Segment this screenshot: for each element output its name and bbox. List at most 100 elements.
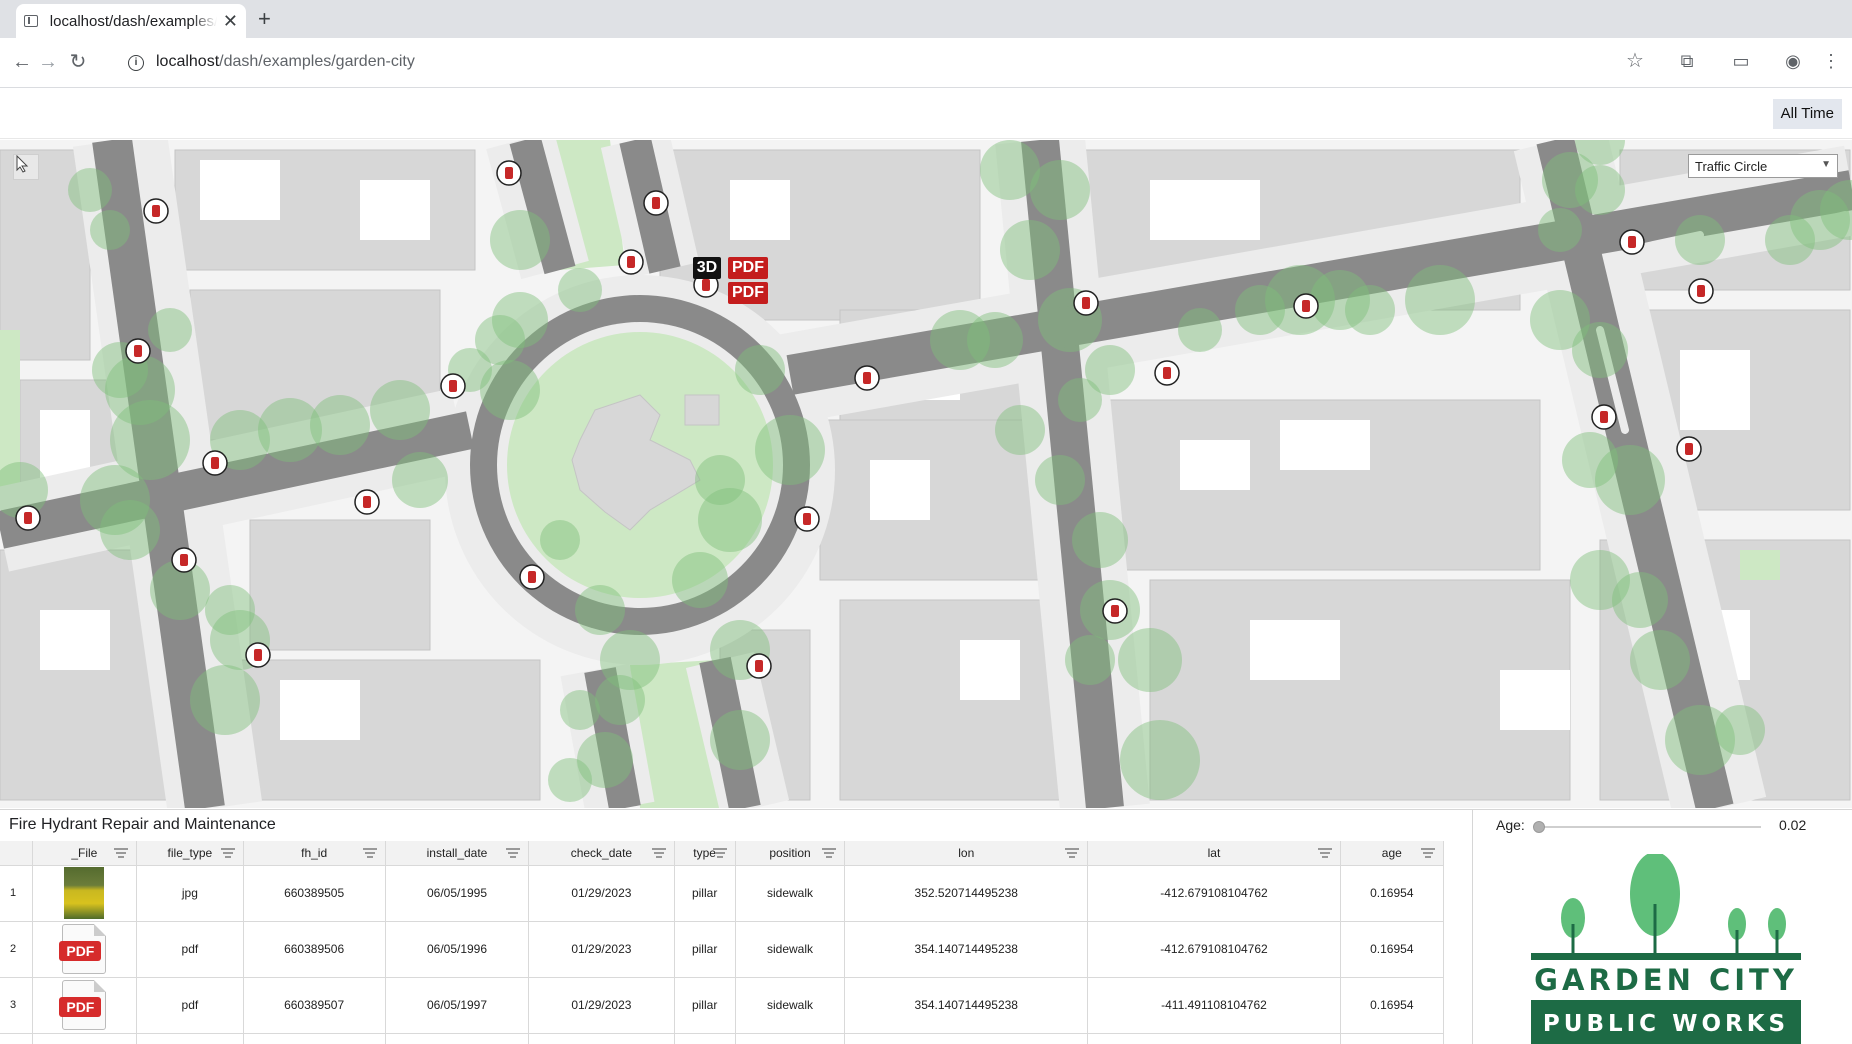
column-header[interactable]: fh_id — [243, 841, 386, 866]
cell — [674, 1033, 736, 1044]
table-title: Fire Hydrant Repair and Maintenance — [9, 816, 276, 833]
badge-pdf[interactable]: PDF — [728, 257, 768, 279]
browser-tab[interactable]: localhost/dash/examples/garden-city ✕ — [16, 4, 246, 38]
column-header[interactable]: age — [1340, 841, 1445, 866]
cell: 352.520714495238 — [844, 865, 1089, 922]
row-index: 3 — [0, 977, 33, 1034]
bookmark-star-icon[interactable]: ☆ — [1626, 48, 1644, 73]
column-header[interactable]: lon — [844, 841, 1089, 866]
cell — [844, 1033, 1089, 1044]
filter-icon[interactable] — [362, 848, 377, 858]
table-row[interactable]: 1 jpg 660389505 06/05/1995 01/29/2023 pi… — [0, 865, 1445, 922]
age-slider-handle[interactable] — [1533, 821, 1545, 833]
time-range-button[interactable]: All Time — [1772, 99, 1842, 129]
row-index: 1 — [0, 865, 33, 922]
back-icon[interactable]: ← — [10, 50, 34, 74]
cell: -411.491108104762 — [1087, 977, 1341, 1034]
cell — [136, 1033, 244, 1044]
cell: sidewalk — [735, 865, 846, 922]
column-header[interactable]: file_type — [136, 841, 244, 866]
cell: sidewalk — [735, 921, 846, 978]
new-tab-icon[interactable]: + — [258, 6, 271, 32]
age-label: Age: — [1496, 817, 1525, 833]
cell: jpg — [136, 865, 244, 922]
cell: -412.679108104762 — [1087, 865, 1341, 922]
tab-strip: localhost/dash/examples/garden-city ✕ + — [0, 0, 1852, 38]
cell: 01/29/2023 — [528, 977, 675, 1034]
address-bar[interactable]: i localhost/dash/examples/garden-city — [118, 44, 1698, 82]
cell: pdf — [136, 921, 244, 978]
cell: 660389506 — [243, 921, 386, 978]
tab-search-icon[interactable]: ▭ — [1730, 50, 1752, 72]
file-cell[interactable]: PDF — [32, 977, 138, 1034]
row-index — [0, 1033, 33, 1044]
close-tab-icon[interactable]: ✕ — [223, 12, 238, 30]
filter-icon[interactable] — [822, 848, 837, 858]
column-header[interactable]: check_date — [528, 841, 675, 866]
profile-icon[interactable]: ◉ — [1782, 50, 1804, 72]
tab-title: localhost/dash/examples/garden-city — [49, 12, 217, 30]
logo-line-2: PUBLIC WORKS — [1543, 1011, 1789, 1037]
column-header[interactable]: lat — [1087, 841, 1341, 866]
filter-icon[interactable] — [1421, 848, 1435, 858]
file-cell[interactable] — [32, 865, 138, 922]
table-row[interactable]: 3 PDF pdf 660389507 06/05/1997 01/29/202… — [0, 977, 1445, 1034]
cell: pdf — [136, 977, 244, 1034]
cell — [1087, 1033, 1341, 1044]
reload-icon[interactable]: ↻ — [66, 50, 90, 74]
filter-icon[interactable] — [1065, 848, 1080, 858]
cell: 0.16954 — [1340, 865, 1445, 922]
cell: 0.16954 — [1340, 977, 1445, 1034]
cell: 354.140714495238 — [844, 921, 1089, 978]
index-header — [0, 841, 33, 866]
filter-icon[interactable] — [712, 848, 727, 858]
filter-icon[interactable] — [1317, 848, 1332, 858]
browser-toolbar: ← → ↻ i localhost/dash/examples/garden-c… — [0, 38, 1852, 88]
forward-icon[interactable]: → — [36, 50, 60, 74]
column-header[interactable]: _File — [32, 841, 138, 866]
maintenance-table: _File file_type fh_id install_date check… — [0, 841, 1445, 1044]
column-header[interactable]: type — [674, 841, 736, 866]
cell: 06/05/1996 — [385, 921, 530, 978]
cell: 0.16954 — [1340, 921, 1445, 978]
menu-kebab-icon[interactable]: ⋮ — [1820, 50, 1842, 72]
cell: 06/05/1997 — [385, 977, 530, 1034]
cell: 660389505 — [243, 865, 386, 922]
cell — [735, 1033, 846, 1044]
filter-icon[interactable] — [651, 848, 666, 858]
table-row[interactable]: 2 PDF pdf 660389506 06/05/1996 01/29/202… — [0, 921, 1445, 978]
url-path: /dash/examples/garden-city — [219, 53, 415, 70]
cell: pillar — [674, 977, 736, 1034]
file-cell[interactable]: PDF — [32, 921, 138, 978]
cell — [1340, 1033, 1445, 1044]
logo-line-1: GARDEN CITY — [1534, 963, 1798, 997]
select-tool-icon[interactable] — [13, 154, 39, 180]
filter-icon[interactable] — [506, 848, 521, 858]
hydrant-photo-thumbnail[interactable] — [64, 867, 105, 919]
pdf-file-icon[interactable]: PDF — [59, 924, 107, 974]
file-cell[interactable] — [32, 1033, 138, 1044]
app-header: All Time — [0, 89, 1852, 139]
cell — [243, 1033, 386, 1044]
cell — [528, 1033, 675, 1044]
layer-dropdown-value: Traffic Circle — [1695, 159, 1768, 174]
layer-dropdown[interactable]: Traffic Circle ▼ — [1688, 154, 1838, 178]
filter-icon[interactable] — [220, 848, 235, 858]
site-info-icon[interactable]: i — [128, 55, 144, 71]
column-header[interactable]: position — [735, 841, 846, 866]
url-host: localhost — [156, 53, 220, 70]
cell: 01/29/2023 — [528, 865, 675, 922]
map-view[interactable]: Traffic Circle ▼ 3D PDF PDF — [0, 140, 1852, 808]
badge-pdf-2[interactable]: PDF — [728, 282, 768, 304]
map-canvas — [0, 140, 1852, 808]
column-header[interactable]: install_date — [385, 841, 530, 866]
age-slider-track[interactable] — [1535, 826, 1761, 828]
badge-3d[interactable]: 3D — [693, 257, 721, 279]
cell: pillar — [674, 865, 736, 922]
extensions-icon[interactable]: ⧉ — [1676, 50, 1698, 72]
pdf-file-icon[interactable]: PDF — [59, 980, 107, 1030]
cell: sidewalk — [735, 977, 846, 1034]
filter-icon[interactable] — [114, 848, 129, 858]
garden-city-logo: GARDEN CITY PUBLIC WORKS — [1531, 854, 1801, 1044]
table-row[interactable] — [0, 1033, 1445, 1044]
